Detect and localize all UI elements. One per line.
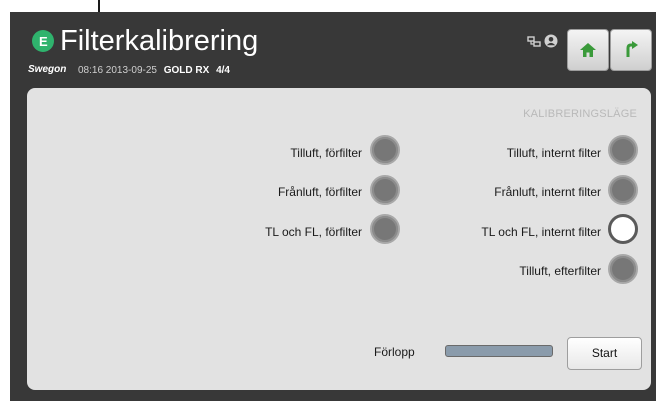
system-icons — [527, 34, 558, 51]
radio-exhaust-internal[interactable] — [608, 175, 638, 205]
option-label-both-internal: TL och FL, internt filter — [481, 225, 601, 239]
back-arrow-icon — [626, 41, 638, 57]
radio-supply-internal[interactable] — [608, 135, 638, 165]
radio-both-internal[interactable] — [608, 214, 638, 244]
network-icon — [527, 36, 541, 47]
mode-label: KALIBRERINGSLÄGE — [523, 108, 637, 120]
option-label-both-prefilter: TL och FL, förfilter — [265, 225, 362, 239]
option-label-exhaust-prefilter: Frånluft, förfilter — [277, 185, 362, 199]
option-label-supply-internal: Tilluft, internt filter — [506, 146, 601, 160]
user-icon — [544, 34, 558, 48]
option-label-supply-afterfilter: Tilluft, efterfilter — [519, 264, 601, 278]
home-button[interactable] — [567, 29, 609, 71]
brand-logo: Swegon — [28, 64, 67, 75]
app-logo-letter: E — [39, 34, 48, 49]
pointer-line — [98, 0, 100, 12]
radio-both-prefilter[interactable] — [370, 214, 400, 244]
progress-label: Förlopp — [374, 345, 415, 359]
back-button[interactable] — [610, 29, 652, 71]
datetime: 08:16 2013-09-25 — [78, 65, 157, 76]
page-indicator: 4/4 — [216, 65, 230, 76]
unit-name: GOLD RX — [163, 65, 210, 76]
radio-supply-afterfilter[interactable] — [608, 254, 638, 284]
radio-supply-prefilter[interactable] — [370, 135, 400, 165]
status-line: 08:16 2013-09-25 GOLD RX 4/4 — [78, 65, 230, 76]
option-label-exhaust-internal: Frånluft, internt filter — [494, 185, 601, 199]
calibration-panel: KALIBRERINGSLÄGE Tilluft, förfilter Från… — [27, 88, 651, 390]
start-button[interactable]: Start — [567, 337, 642, 370]
home-icon — [580, 43, 596, 57]
page-title: Filterkalibrering — [60, 25, 259, 57]
progress-bar — [445, 345, 553, 357]
option-label-supply-prefilter: Tilluft, förfilter — [290, 146, 362, 160]
app-logo-icon: E — [32, 30, 54, 52]
radio-exhaust-prefilter[interactable] — [370, 175, 400, 205]
app-screen: E Filterkalibrering Swegon 08:16 2013-09… — [10, 12, 656, 401]
